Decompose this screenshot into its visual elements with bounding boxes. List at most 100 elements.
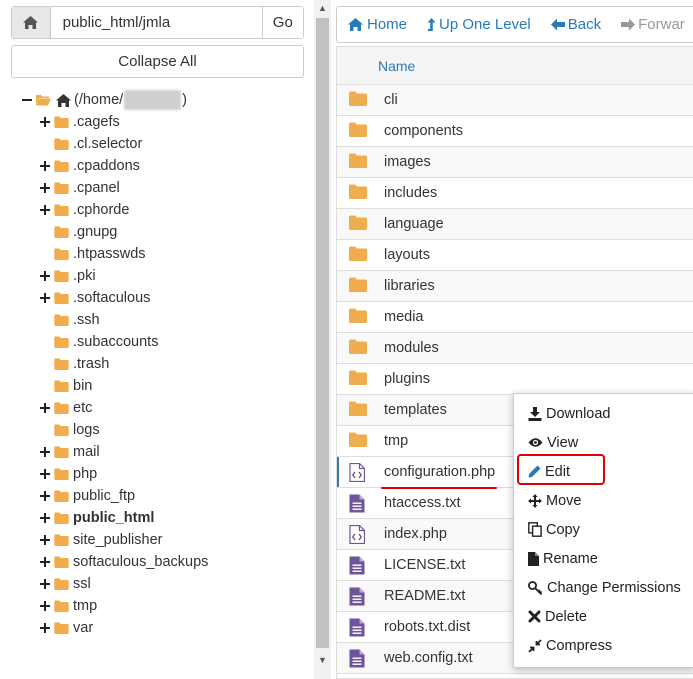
tree-item[interactable]: php bbox=[40, 463, 97, 485]
tree-item[interactable]: .ssh bbox=[40, 309, 100, 331]
tree-item[interactable]: .pki bbox=[40, 265, 96, 287]
home-directory-button[interactable] bbox=[12, 7, 51, 38]
folder-icon bbox=[54, 380, 69, 392]
folder-icon bbox=[349, 153, 367, 171]
go-button[interactable]: Go bbox=[261, 7, 303, 38]
tree-item[interactable]: .cl.selector bbox=[40, 133, 142, 155]
move-arrows-icon bbox=[528, 493, 542, 508]
up-one-level-button[interactable]: Up One Level bbox=[417, 7, 541, 42]
home-button[interactable]: Home bbox=[337, 7, 417, 42]
tree-item[interactable]: logs bbox=[40, 419, 100, 441]
forward-button[interactable]: Forwar bbox=[611, 7, 693, 42]
table-row[interactable]: images bbox=[337, 147, 693, 178]
tree-item[interactable]: tmp bbox=[40, 595, 97, 617]
tree-item[interactable]: public_ftp bbox=[40, 485, 135, 507]
tree-item[interactable]: var bbox=[40, 617, 93, 639]
expand-plus-icon[interactable] bbox=[40, 161, 50, 171]
tree-item[interactable]: etc bbox=[40, 397, 92, 419]
back-button[interactable]: Back bbox=[541, 7, 611, 42]
tree-item[interactable]: public_html bbox=[40, 507, 154, 529]
key-icon bbox=[528, 580, 543, 595]
expand-plus-icon[interactable] bbox=[40, 117, 50, 127]
expand-plus-icon[interactable] bbox=[40, 535, 50, 545]
expand-plus-icon[interactable] bbox=[40, 469, 50, 479]
scroll-down-icon[interactable]: ▼ bbox=[314, 652, 331, 668]
tree-item[interactable]: softaculous_backups bbox=[40, 551, 208, 573]
folder-icon bbox=[54, 402, 69, 414]
tree-item[interactable]: .cpaddons bbox=[40, 155, 140, 177]
table-row[interactable]: components bbox=[337, 116, 693, 147]
scroll-thumb[interactable] bbox=[316, 18, 329, 648]
table-row[interactable]: includes bbox=[337, 178, 693, 209]
expand-plus-icon[interactable] bbox=[40, 623, 50, 633]
tree-item-label: .cl.selector bbox=[73, 136, 143, 152]
expand-plus-icon[interactable] bbox=[40, 513, 50, 523]
tree-item[interactable]: .subaccounts bbox=[40, 331, 158, 353]
tree-item[interactable]: mail bbox=[40, 441, 100, 463]
tree-scrollbar[interactable]: ▲ ▼ bbox=[314, 0, 331, 679]
tree-item[interactable]: site_publisher bbox=[40, 529, 162, 551]
redacted-username bbox=[124, 90, 182, 110]
menu-item-change-permissions[interactable]: Change Permissions bbox=[514, 573, 693, 602]
tree-item[interactable]: .cpanel bbox=[40, 177, 120, 199]
table-row[interactable]: libraries bbox=[337, 271, 693, 302]
scroll-up-icon[interactable]: ▲ bbox=[314, 0, 331, 16]
tree-item-label: site_publisher bbox=[73, 532, 163, 548]
folder-icon bbox=[54, 182, 69, 194]
menu-item-download[interactable]: Download bbox=[514, 399, 693, 428]
expand-plus-icon[interactable] bbox=[40, 183, 50, 193]
path-input[interactable] bbox=[50, 7, 262, 38]
menu-item-view[interactable]: View bbox=[514, 428, 693, 457]
tree-item-label: public_html bbox=[73, 510, 155, 526]
home-button-label: Home bbox=[367, 16, 408, 33]
expand-plus-icon[interactable] bbox=[40, 491, 50, 501]
tree-item-label: public_ftp bbox=[73, 488, 136, 504]
expand-plus-icon[interactable] bbox=[40, 579, 50, 589]
collapse-all-button[interactable]: Collapse All bbox=[11, 45, 304, 78]
file-name: libraries bbox=[384, 278, 435, 294]
menu-item-compress[interactable]: Compress bbox=[514, 631, 693, 660]
name-column-header[interactable]: Name bbox=[378, 58, 415, 74]
expand-plus-icon[interactable] bbox=[40, 271, 50, 281]
file-name: README.txt bbox=[384, 588, 466, 604]
file-name: plugins bbox=[384, 371, 430, 387]
context-menu: Download View Edit Move Copy Rename Change Per… bbox=[513, 393, 693, 668]
tree-root[interactable]: (/home/ ) bbox=[22, 89, 187, 111]
folder-open-icon bbox=[36, 95, 51, 106]
menu-item-move[interactable]: Move bbox=[514, 486, 693, 515]
code-file-icon bbox=[349, 524, 367, 545]
table-row[interactable]: cli bbox=[337, 85, 693, 116]
level-up-icon bbox=[427, 17, 436, 31]
tree-item[interactable]: ssl bbox=[40, 573, 91, 595]
file-name: includes bbox=[384, 185, 438, 201]
expand-plus-icon[interactable] bbox=[40, 403, 50, 413]
tree-item[interactable]: .htpasswds bbox=[40, 243, 146, 265]
menu-item-label: Copy bbox=[546, 521, 580, 538]
menu-item-rename[interactable]: Rename bbox=[514, 544, 693, 573]
tree-root-label: (/home/ bbox=[74, 92, 124, 108]
tree-item[interactable]: bin bbox=[40, 375, 92, 397]
folder-icon bbox=[54, 534, 69, 546]
table-row[interactable]: language bbox=[337, 209, 693, 240]
expand-plus-icon[interactable] bbox=[40, 205, 50, 215]
folder-icon bbox=[349, 91, 367, 109]
tree-item[interactable]: .cagefs bbox=[40, 111, 120, 133]
expand-plus-icon[interactable] bbox=[40, 293, 50, 303]
table-row[interactable]: modules bbox=[337, 333, 693, 364]
menu-item-delete[interactable]: Delete bbox=[514, 602, 693, 631]
table-row[interactable]: media bbox=[337, 302, 693, 333]
tree-item[interactable]: .softaculous bbox=[40, 287, 150, 309]
expand-plus-icon[interactable] bbox=[40, 601, 50, 611]
folder-icon bbox=[54, 270, 69, 282]
expand-plus-icon[interactable] bbox=[40, 557, 50, 567]
tree-item[interactable]: .cphorde bbox=[40, 199, 129, 221]
menu-item-copy[interactable]: Copy bbox=[514, 515, 693, 544]
table-row[interactable]: plugins bbox=[337, 364, 693, 395]
tree-item[interactable]: .gnupg bbox=[40, 221, 117, 243]
table-row[interactable]: layouts bbox=[337, 240, 693, 271]
collapse-toggle-icon[interactable] bbox=[22, 95, 32, 105]
folder-icon bbox=[349, 277, 367, 295]
expand-plus-icon[interactable] bbox=[40, 447, 50, 457]
folder-icon bbox=[54, 248, 69, 260]
tree-item[interactable]: .trash bbox=[40, 353, 109, 375]
